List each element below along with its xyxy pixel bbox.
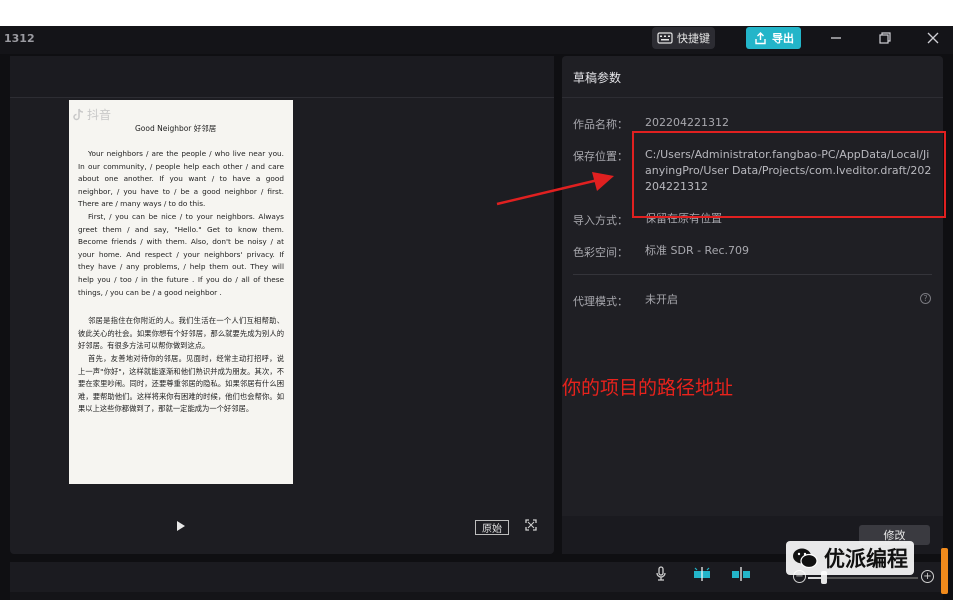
preview-panel: 抖音 Good Neighbor 好邻居 Your neighbors / ar… <box>10 56 554 554</box>
timeline-ruler <box>10 592 943 600</box>
side-scrollbar[interactable] <box>941 548 948 594</box>
zoom-slider-fill <box>808 577 822 579</box>
color-space-value: 标准 SDR - Rec.709 <box>645 244 750 257</box>
title-bar: 1312 快捷键 导出 <box>0 26 953 54</box>
auto-snap-button[interactable] <box>691 566 713 586</box>
split-button[interactable] <box>730 566 752 586</box>
annotation-highlight-box <box>632 131 946 218</box>
play-icon <box>177 521 185 531</box>
import-mode-label: 导入方式： <box>573 214 628 227</box>
tiktok-icon <box>73 108 84 121</box>
watermark-text: 优派编程 <box>824 547 908 571</box>
doc-header: 抖音 Good Neighbor 好邻居 <box>73 106 289 136</box>
project-name-label: 作品名称： <box>573 118 628 131</box>
help-icon[interactable]: ? <box>920 293 931 304</box>
shortcut-label: 快捷键 <box>677 32 710 45</box>
zoom-in-button[interactable]: + <box>921 570 934 583</box>
doc-paragraph: Your neighbors / are the people / who li… <box>78 149 284 209</box>
proxy-mode-label: 代理模式： <box>573 295 628 308</box>
export-button[interactable]: 导出 <box>746 27 801 49</box>
shortcut-button[interactable]: 快捷键 <box>652 27 715 49</box>
doc-paragraph: 邻居是指住在你附近的人。我们生活在一个人们互相帮助、彼此关心的社会。如果你想有个… <box>78 316 284 351</box>
doc-paragraph: 首先，友善地对待你的邻居。见面时，经常主动打招呼，说上一声"你好"，这样就能逐渐… <box>78 353 284 414</box>
split-icon <box>732 567 750 581</box>
draft-title: 草稿参数 <box>573 71 622 85</box>
fullscreen-icon <box>525 519 537 531</box>
export-icon <box>755 31 766 44</box>
tiktok-logo: 抖音 <box>73 106 111 123</box>
microphone-button[interactable] <box>655 566 667 586</box>
window-title: 1312 <box>4 32 35 45</box>
draft-header: 草稿参数 <box>562 56 943 98</box>
divider <box>573 274 932 275</box>
wechat-watermark: 优派编程 <box>786 541 914 575</box>
restore-icon <box>879 32 891 44</box>
keyboard-icon <box>657 32 673 44</box>
doc-paragraph: First, / you can be nice / to your neigh… <box>78 211 284 297</box>
preview-header <box>10 56 554 98</box>
close-icon <box>927 32 939 44</box>
color-space-label: 色彩空间： <box>573 246 628 259</box>
minimize-button[interactable] <box>826 29 846 47</box>
top-strip <box>0 0 953 26</box>
doc-title: Good Neighbor 好邻居 <box>135 124 217 133</box>
fullscreen-button[interactable] <box>525 519 537 534</box>
doc-body: Your neighbors / are the people / who li… <box>78 148 284 416</box>
close-button[interactable] <box>923 29 943 47</box>
save-location-label: 保存位置： <box>573 150 628 163</box>
play-button[interactable] <box>176 520 186 536</box>
original-ratio-button[interactable]: 原始 <box>475 520 509 535</box>
tiktok-brand: 抖音 <box>87 108 112 122</box>
maximize-button[interactable] <box>875 29 895 47</box>
minimize-icon <box>831 37 841 39</box>
wechat-icon <box>793 548 818 569</box>
export-label: 导出 <box>772 32 794 45</box>
project-name-value: 202204221312 <box>645 116 729 129</box>
proxy-mode-value: 未开启 <box>645 293 678 306</box>
preview-video-frame[interactable]: 抖音 Good Neighbor 好邻居 Your neighbors / ar… <box>69 100 293 484</box>
annotation-text: 你的项目的路径地址 <box>562 377 734 399</box>
snap-icon <box>694 567 710 581</box>
microphone-icon <box>656 566 666 581</box>
